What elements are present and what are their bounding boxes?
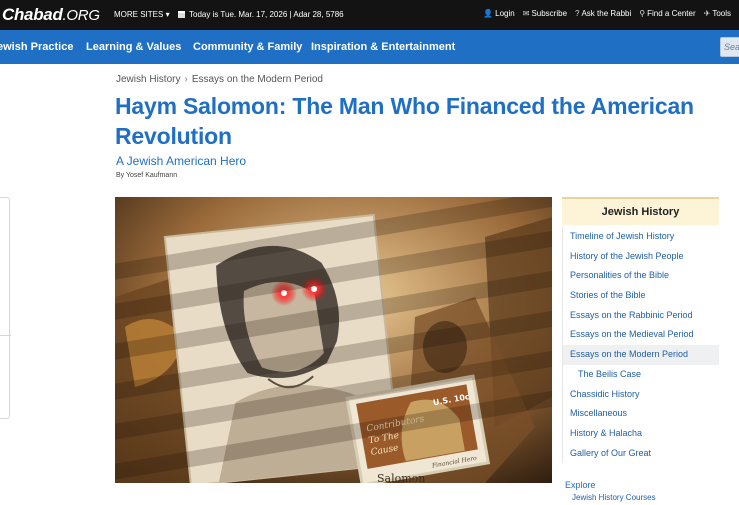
breadcrumb: Jewish History › Essays on the Modern Peri…	[116, 74, 323, 85]
sidebar-item-miscellaneous[interactable]: Miscellaneous	[563, 404, 719, 424]
sidebar-heading: Jewish History	[562, 197, 719, 225]
top-link-label: Login	[495, 9, 515, 18]
explore-label: Explore	[565, 480, 596, 490]
top-bar: Chabad.ORG MORE SITES ▾ Today is Tue. Ma…	[0, 0, 739, 30]
utility-links: 👤 Login ✉ Subscribe? Ask the Rabbi ⚲ Find a Ce…	[475, 9, 731, 18]
sidebar-item-history-halacha[interactable]: History & Halacha	[563, 424, 719, 444]
sidebar-item-the-beilis-case[interactable]: The Beilis Case	[563, 365, 719, 385]
top-link-label: Subscribe	[531, 9, 568, 18]
user-icon: 👤	[483, 9, 494, 18]
article-subtitle: A Jewish American Hero	[116, 154, 247, 168]
sidebar-item-personalities-of-the-bible[interactable]: Personalities of the Bible	[563, 266, 719, 286]
sidebar-item-gallery-of-our-great[interactable]: Gallery of Our Great	[563, 444, 719, 464]
location-pin-icon: ⚲	[639, 9, 646, 18]
top-link-tools[interactable]: ✈ Tools	[704, 9, 731, 18]
article-byline: By Yosef Kaufmann	[116, 172, 178, 179]
more-sites-menu[interactable]: MORE SITES ▾	[114, 10, 170, 19]
nav-community-family[interactable]: Community & Family	[193, 41, 302, 53]
envelope-icon: ✉	[522, 9, 530, 18]
hero-illustration: Contributors To The Cause U.S. 10c Finan…	[115, 197, 552, 483]
top-link-subscribe[interactable]: ✉ Subscribe	[523, 9, 567, 18]
article-hero-image: Contributors To The Cause U.S. 10c Finan…	[115, 197, 552, 483]
date-text: Today is Tue. Mar. 17, 2026 | Adar 28, 5…	[189, 10, 344, 19]
left-side-panel	[0, 197, 11, 419]
nav-inspiration-entertainment[interactable]: Inspiration & Entertainment	[311, 41, 455, 53]
panel-divider	[0, 335, 11, 336]
logo-text: Chabad	[2, 5, 63, 24]
search-input[interactable]: Search	[720, 37, 739, 57]
sidebar-item-chassidic-history[interactable]: Chassidic History	[563, 385, 719, 405]
top-link-label: Ask the Rabbi	[581, 9, 632, 18]
explore-jewish-history-courses[interactable]: Jewish History Courses	[572, 493, 656, 502]
jewish-history-sidebar: Jewish History Timeline of Jewish Histor…	[562, 197, 719, 464]
nav-learning-values[interactable]: Learning & Values	[86, 41, 181, 53]
top-link-label: Tools	[712, 9, 731, 18]
breadcrumb-jewish-history[interactable]: Jewish History	[116, 74, 180, 85]
tools-icon: ✈	[703, 9, 711, 18]
top-link-find-a-center[interactable]: ⚲ Find a Center	[639, 9, 695, 18]
sidebar-item-essays-on-the-modern-period[interactable]: Essays on the Modern Period	[563, 345, 719, 365]
nav-jewish-practice[interactable]: ewish Practice	[0, 41, 73, 53]
top-link-label: Find a Center	[647, 9, 696, 18]
breadcrumb-modern-period[interactable]: Essays on the Modern Period	[192, 74, 323, 85]
article-title: Haym Salomon: The Man Who Financed the A…	[115, 93, 694, 149]
sidebar-item-essays-on-the-medieval-period[interactable]: Essays on the Medieval Period	[563, 325, 719, 345]
chabad-logo[interactable]: Chabad.ORG	[2, 5, 100, 25]
breadcrumb-separator: ›	[184, 74, 188, 85]
main-nav: ewish Practice Learning & Values Communi…	[0, 30, 739, 64]
sidebar-item-history-of-the-jewish-people[interactable]: History of the Jewish People	[563, 247, 719, 267]
sidebar-item-stories-of-the-bible[interactable]: Stories of the Bible	[563, 286, 719, 306]
sidebar-list: Timeline of Jewish History History of the…	[562, 227, 719, 464]
date-display: Today is Tue. Mar. 17, 2026 | Adar 28, 5…	[178, 10, 344, 19]
sidebar-item-timeline-of-jewish-history[interactable]: Timeline of Jewish History	[563, 227, 719, 247]
sidebar-item-essays-on-the-rabbinic-period[interactable]: Essays on the Rabbinic Period	[563, 306, 719, 326]
top-link-login[interactable]: 👤 Login	[483, 9, 515, 18]
stamp-name: Salomon	[377, 472, 425, 483]
question-icon: ?	[575, 9, 580, 18]
top-link-ask-the-rabbi[interactable]: ? Ask the Rabbi	[575, 9, 631, 18]
logo-suffix: .ORG	[62, 7, 100, 24]
calendar-icon	[178, 11, 185, 18]
